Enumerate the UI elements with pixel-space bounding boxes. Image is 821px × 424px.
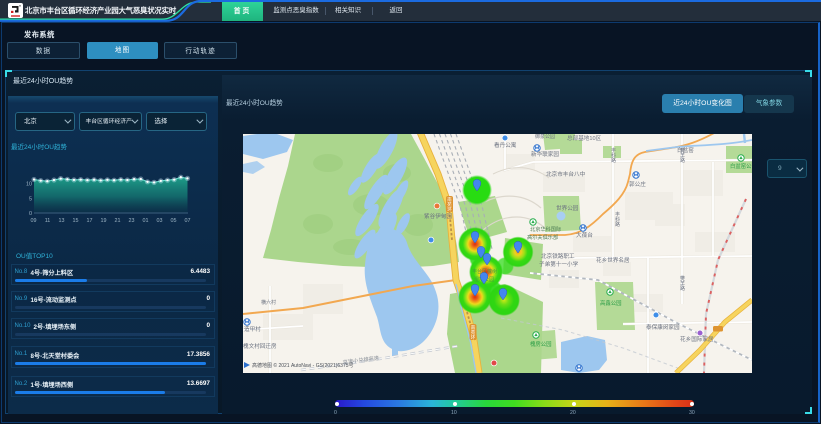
svg-text:17: 17 [87, 218, 93, 224]
svg-text:丰科路: 丰科路 [611, 147, 616, 164]
svg-text:造甲村: 造甲村 [244, 325, 261, 333]
svg-text:樊羊路: 樊羊路 [680, 147, 685, 164]
svg-text:19: 19 [101, 218, 107, 224]
svg-text:0: 0 [29, 211, 32, 217]
svg-text:新华联家园: 新华联家园 [531, 150, 559, 158]
svg-text:北京华科国际: 北京华科国际 [530, 225, 561, 233]
svg-text:大葆台: 大葆台 [576, 231, 593, 239]
svg-text:世界公园: 世界公园 [556, 204, 579, 212]
svg-text:高鑫公园: 高鑫公园 [600, 299, 622, 307]
svg-text:13: 13 [59, 218, 65, 224]
svg-text:北京市丰台八中: 北京市丰台八中 [546, 170, 586, 178]
svg-text:丰科路: 丰科路 [615, 211, 620, 228]
svg-text:高德地图 © 2021 AutoNavi - GS(2021: 高德地图 © 2021 AutoNavi - GS(2021)6375号 [252, 362, 354, 369]
svg-text:南苑环: 南苑环 [447, 196, 452, 213]
svg-text:09: 09 [31, 218, 37, 224]
svg-text:槐房公园: 槐房公园 [530, 340, 552, 348]
svg-text:横六村: 横六村 [261, 299, 276, 306]
svg-text:槐文村回迁房: 槐文村回迁房 [243, 342, 277, 350]
svg-text:南苑环: 南苑环 [471, 324, 476, 341]
svg-text:御泉公园: 御泉公园 [535, 134, 555, 140]
svg-text:21: 21 [115, 218, 121, 224]
svg-text:北京铁路职工: 北京铁路职工 [541, 252, 575, 260]
svg-text:子弟第十一小学: 子弟第十一小学 [539, 260, 579, 268]
svg-text:高尔夫俱乐部: 高尔夫俱乐部 [527, 233, 558, 241]
svg-text:郭公庄: 郭公庄 [629, 180, 646, 188]
svg-text:白盆窑公园: 白盆窑公园 [730, 162, 752, 170]
svg-text:看丹公寓: 看丹公寓 [494, 141, 517, 149]
svg-text:05: 05 [171, 218, 177, 224]
svg-text:07: 07 [185, 218, 191, 224]
svg-text:10: 10 [26, 182, 32, 188]
svg-text:花乡世界名居: 花乡世界名居 [596, 256, 630, 264]
svg-text:5: 5 [29, 197, 32, 203]
svg-text:樊羊路: 樊羊路 [680, 275, 685, 292]
svg-text:泰保康闵家园: 泰保康闵家园 [646, 323, 680, 331]
svg-text:总部基地10区: 总部基地10区 [567, 134, 602, 142]
svg-text:紫谷伊甸园: 紫谷伊甸园 [424, 212, 452, 220]
svg-text:23: 23 [129, 218, 135, 224]
svg-text:11: 11 [45, 218, 51, 224]
svg-text:01: 01 [143, 218, 149, 224]
svg-text:15: 15 [73, 218, 79, 224]
svg-text:03: 03 [157, 218, 163, 224]
svg-text:花乡国际家居: 花乡国际家居 [680, 335, 714, 343]
